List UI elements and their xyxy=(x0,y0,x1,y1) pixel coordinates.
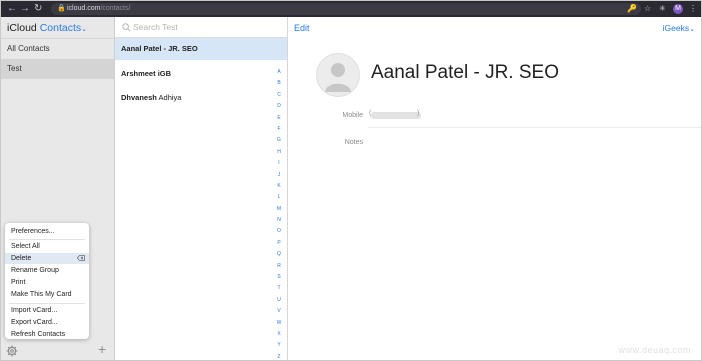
browser-window: ← → ↻ 🔒 icloud.com/contacts/ 🔑 ☆ ✳ M ⋮ i… xyxy=(0,0,702,361)
search-icon xyxy=(122,23,131,32)
address-bar[interactable]: 🔒 icloud.com/contacts/ xyxy=(51,3,641,15)
contact-list-panel: Search Test Aanal Patel - JR. SEO Arshme… xyxy=(115,17,288,360)
contact-avatar xyxy=(316,53,360,97)
brand-prefix: iCloud xyxy=(7,22,37,34)
chevron-down-icon: ⌄ xyxy=(81,26,88,33)
menu-item-export-vcard[interactable]: Export vCard... xyxy=(5,317,89,328)
star-icon[interactable]: ☆ xyxy=(644,1,651,17)
index-letter[interactable]: D xyxy=(273,101,285,112)
actions-popup-menu: Preferences... Select All Delete Rename … xyxy=(5,223,89,339)
index-letter[interactable]: E xyxy=(273,113,285,124)
contact-full-name: Aanal Patel - JR. SEO xyxy=(371,62,559,83)
index-letter[interactable]: R xyxy=(273,261,285,272)
extensions-icon[interactable]: ✳ xyxy=(659,1,666,17)
contact-row-arshmeet[interactable]: Arshmeet iGB xyxy=(115,63,273,85)
index-letter[interactable]: Q xyxy=(273,249,285,260)
field-divider xyxy=(368,127,701,128)
index-letter[interactable]: O xyxy=(273,226,285,237)
index-letter[interactable]: L xyxy=(273,192,285,203)
lock-icon: 🔒 xyxy=(57,5,66,12)
menu-item-delete-label: Delete xyxy=(11,255,32,262)
account-menu[interactable]: iGeeks⌄ xyxy=(663,23,695,33)
menu-item-select-all[interactable]: Select All xyxy=(5,241,89,252)
menu-item-print[interactable]: Print xyxy=(5,277,89,288)
delete-key-icon xyxy=(77,255,85,261)
index-letter[interactable]: V xyxy=(273,306,285,317)
menu-item-preferences[interactable]: Preferences... xyxy=(5,226,89,237)
account-label: iGeeks xyxy=(662,23,690,33)
back-icon[interactable]: ← xyxy=(7,1,17,17)
index-letter[interactable]: S xyxy=(273,272,285,283)
url-text: icloud.com/contacts/ xyxy=(67,3,130,15)
contact-row-aanal[interactable]: Aanal Patel - JR. SEO xyxy=(115,38,287,60)
group-test[interactable]: Test xyxy=(1,59,114,79)
browser-toolbar: ← → ↻ 🔒 icloud.com/contacts/ 🔑 ☆ ✳ M ⋮ xyxy=(1,1,701,17)
index-letter[interactable]: T xyxy=(273,283,285,294)
index-letter[interactable]: M xyxy=(273,204,285,215)
index-letter[interactable]: H xyxy=(273,147,285,158)
index-letter[interactable]: K xyxy=(273,181,285,192)
mobile-value-redacted xyxy=(371,112,421,119)
index-letter[interactable]: A xyxy=(273,67,285,78)
menu-item-delete[interactable]: Delete xyxy=(5,253,89,264)
group-all-contacts[interactable]: All Contacts xyxy=(1,38,114,59)
index-letter[interactable]: X xyxy=(273,329,285,340)
edit-button[interactable]: Edit xyxy=(294,23,310,33)
menu-separator xyxy=(9,303,85,304)
contact-last-name: Adhiya xyxy=(158,93,182,102)
group-list: All Contacts Test xyxy=(1,38,114,79)
brand-app: Contacts xyxy=(39,22,82,34)
search-field[interactable]: Search Test xyxy=(119,21,279,34)
contact-first-name: Dhvanesh xyxy=(121,93,157,102)
profile-avatar[interactable]: M xyxy=(673,4,683,14)
menu-item-import-vcard[interactable]: Import vCard... xyxy=(5,305,89,316)
url-host: icloud.com xyxy=(67,5,101,12)
gear-icon[interactable] xyxy=(6,345,18,357)
app-title[interactable]: iCloud Contacts⌄ xyxy=(7,22,87,34)
kebab-menu-icon[interactable]: ⋮ xyxy=(689,1,697,17)
forward-icon[interactable]: → xyxy=(20,1,30,17)
url-path: /contacts/ xyxy=(100,5,131,12)
alphabet-index[interactable]: ABCDEFGHIJKLMNOPQRSTUVWXYZ# xyxy=(273,67,285,360)
index-letter[interactable]: U xyxy=(273,295,285,306)
index-letter[interactable]: G xyxy=(273,135,285,146)
reload-icon[interactable]: ↻ xyxy=(34,1,42,17)
notes-label: Notes xyxy=(344,139,363,146)
menu-item-make-my-card[interactable]: Make This My Card xyxy=(5,289,89,300)
menu-item-rename-group[interactable]: Rename Group xyxy=(5,265,89,276)
groups-sidebar: iCloud Contacts⌄ All Contacts Test Prefe… xyxy=(1,17,115,360)
index-letter[interactable]: Z xyxy=(273,352,285,360)
index-letter[interactable]: I xyxy=(273,158,285,169)
field-bracket: ) xyxy=(417,110,420,117)
contact-last-name: iGB xyxy=(157,69,172,78)
chevron-down-icon: ⌄ xyxy=(689,26,695,33)
index-letter[interactable]: B xyxy=(273,78,285,89)
contact-row-dhvanesh[interactable]: Dhvanesh Adhiya xyxy=(115,87,273,109)
contact-first-name: Arshmeet xyxy=(121,69,156,78)
add-contact-icon[interactable]: + xyxy=(98,342,106,356)
contact-detail-panel: Edit iGeeks⌄ Aanal Patel - JR. SEO Mobil… xyxy=(288,17,701,360)
index-letter[interactable]: N xyxy=(273,215,285,226)
mobile-label: Mobile xyxy=(342,112,363,119)
index-letter[interactable]: C xyxy=(273,90,285,101)
contact-name: Aanal Patel - JR. SEO xyxy=(121,44,198,53)
index-letter[interactable]: F xyxy=(273,124,285,135)
watermark: www.deuaq.com xyxy=(618,345,691,355)
person-silhouette-icon xyxy=(325,63,351,92)
index-letter[interactable]: W xyxy=(273,318,285,329)
index-letter[interactable]: J xyxy=(273,170,285,181)
menu-separator xyxy=(9,239,85,240)
index-letter[interactable]: Y xyxy=(273,340,285,351)
index-letter[interactable]: P xyxy=(273,238,285,249)
search-input[interactable]: Search Test xyxy=(133,21,178,34)
menu-item-refresh-contacts[interactable]: Refresh Contacts xyxy=(5,329,89,340)
key-icon[interactable]: 🔑 xyxy=(627,1,637,17)
